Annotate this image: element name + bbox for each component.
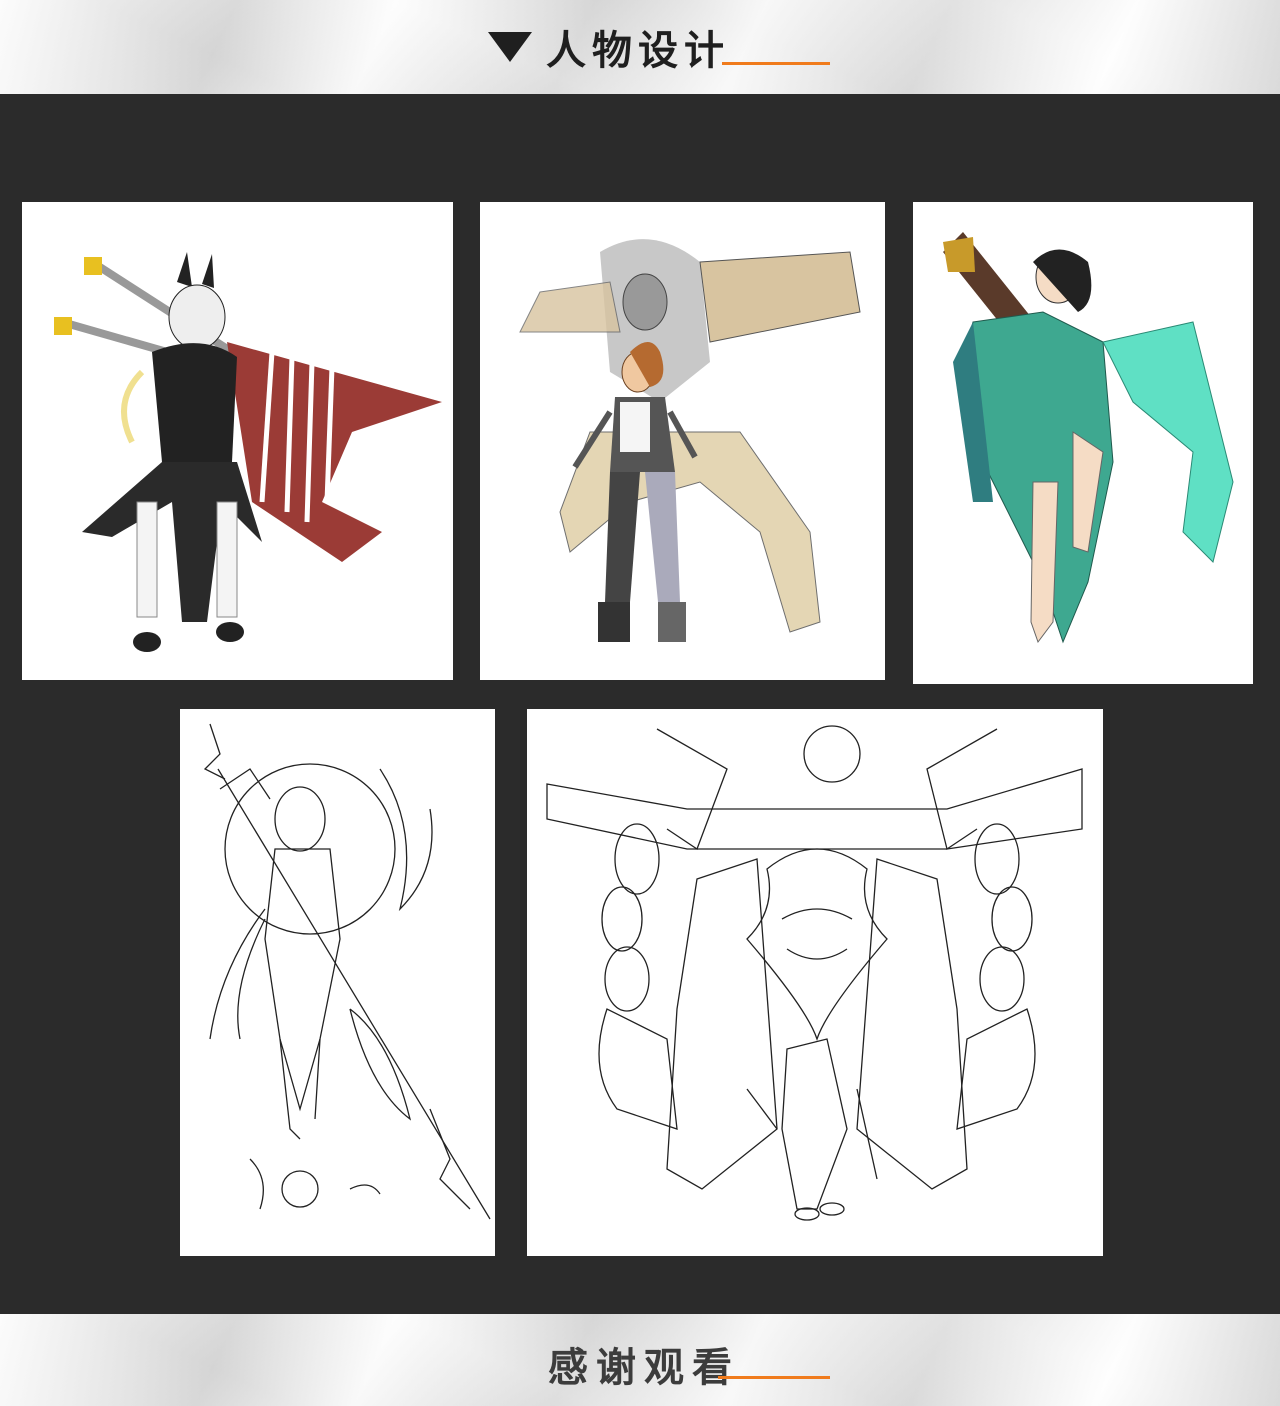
artwork-bunny-nun-image: [54, 252, 442, 652]
artwork-card-spear-warrior[interactable]: [180, 709, 495, 1256]
artwork-spear-warrior-image: [203, 723, 491, 1220]
section-header: 人物设计: [488, 22, 730, 74]
artwork-card-bunny-nun[interactable]: [22, 202, 453, 680]
footer-thanks-text: 感谢观看: [548, 1345, 740, 1391]
artwork-chained-demon-image: [546, 725, 1083, 1221]
triangle-down-icon: [488, 32, 532, 62]
artwork-card-steampunk-girl[interactable]: [480, 202, 885, 680]
footer-accent-line: [718, 1376, 830, 1379]
artwork-card-guqin-fairy[interactable]: [913, 202, 1253, 684]
artwork-guqin-image: [943, 232, 1234, 644]
artwork-steampunk-image: [519, 239, 861, 642]
artwork-card-chained-demon[interactable]: [527, 709, 1103, 1256]
page-title: 人物设计: [546, 28, 730, 74]
title-accent-line: [722, 62, 830, 65]
